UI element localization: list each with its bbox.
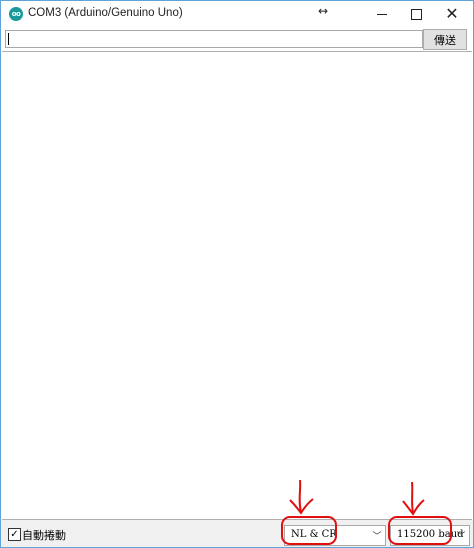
close-icon: ✕: [445, 4, 459, 23]
chevron-down-icon: ﹀: [456, 532, 466, 542]
arduino-logo-icon: oo: [9, 7, 23, 21]
text-caret: [8, 33, 9, 45]
chevron-down-icon: ﹀: [372, 532, 382, 542]
maximize-button[interactable]: [401, 1, 431, 27]
autoscroll-checkbox[interactable]: ✓: [8, 528, 21, 541]
checkmark-icon: ✓: [10, 528, 19, 540]
close-button[interactable]: ✕: [437, 1, 467, 27]
down-arrow-icon: [402, 481, 425, 516]
resize-cursor-icon: ↔: [318, 4, 329, 18]
send-button[interactable]: 傳送: [423, 29, 467, 50]
minimize-button[interactable]: [367, 1, 397, 27]
serial-output-area[interactable]: [2, 51, 472, 520]
autoscroll-label: 自動捲動: [22, 529, 66, 542]
send-input[interactable]: [5, 30, 423, 48]
annotation-circle-baud: [388, 516, 452, 545]
maximize-icon: [410, 8, 422, 20]
down-arrow-icon: [289, 479, 314, 515]
annotation-circle-line-ending: [281, 516, 337, 545]
minimize-icon: [377, 13, 387, 15]
serial-monitor-window: oo COM3 (Arduino/Genuino Uno) ↔ ✕ 傳送 ✓ 自…: [0, 0, 474, 548]
title-bar[interactable]: oo COM3 (Arduino/Genuino Uno) ↔ ✕: [1, 1, 473, 27]
window-title: COM3 (Arduino/Genuino Uno): [28, 7, 183, 19]
